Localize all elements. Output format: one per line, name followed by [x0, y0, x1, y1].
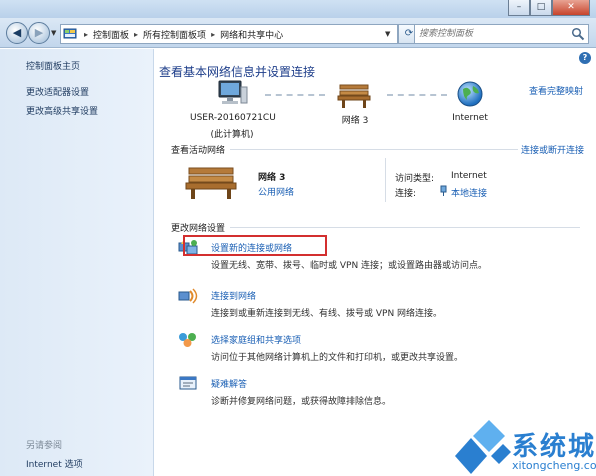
- page-title: 查看基本网络信息并设置连接: [159, 65, 316, 79]
- active-networks-header: 查看活动网络: [171, 146, 226, 156]
- internet-globe-icon[interactable]: [455, 79, 485, 109]
- breadcrumb-item[interactable]: 控制面板: [93, 28, 129, 41]
- computer-icon[interactable]: [215, 79, 249, 109]
- breadcrumb-separator-icon: ▸: [84, 29, 89, 39]
- search-box[interactable]: [414, 24, 589, 44]
- task-description: 设置无线、宽带、拨号、临时或 VPN 连接；或设置路由器或访问点。: [211, 261, 488, 271]
- network-type-link[interactable]: 公用网络: [258, 185, 294, 198]
- breadcrumb-current[interactable]: 网络和共享中心: [220, 28, 283, 41]
- section-divider: [230, 227, 580, 228]
- minimize-button[interactable]: –: [508, 0, 530, 16]
- breadcrumb-separator-icon[interactable]: ▸: [129, 30, 143, 39]
- breadcrumb-separator-icon[interactable]: ▸: [206, 30, 220, 39]
- access-type-value: Internet: [451, 171, 487, 181]
- homegroup-icon: [179, 333, 196, 347]
- connect-network-icon: [178, 288, 198, 304]
- address-bar[interactable]: ▸ 控制面板 ▸ 所有控制面板项 ▸ 网络和共享中心: [60, 24, 398, 44]
- connect-to-network-link[interactable]: 连接到网络: [211, 289, 256, 302]
- close-button[interactable]: ✕: [552, 0, 590, 16]
- highlight-annotation-box: [183, 235, 327, 256]
- forward-button[interactable]: ▶: [28, 22, 50, 44]
- troubleshoot-link[interactable]: 疑难解答: [211, 377, 247, 390]
- recent-pages-dropdown-icon[interactable]: ▼: [51, 29, 56, 37]
- task-description: 连接到或重新连接到无线、有线、拨号或 VPN 网络连接。: [211, 309, 443, 319]
- search-input[interactable]: [415, 25, 565, 43]
- address-dropdown-icon[interactable]: ▼: [385, 30, 390, 38]
- help-icon[interactable]: ?: [579, 52, 591, 64]
- bench-network-icon: [185, 167, 237, 199]
- control-panel-icon: [61, 25, 79, 43]
- task-description: 访问位于其他网络计算机上的文件和打印机，或更改共享设置。: [211, 353, 464, 363]
- watermark-url: xitongcheng.com: [512, 459, 596, 472]
- main-content: ? 查看基本网络信息并设置连接 查看完整映射 USER-20160721CU (…: [155, 49, 596, 476]
- view-full-map-link[interactable]: 查看完整映射: [529, 84, 583, 97]
- title-bar: – □ ✕: [0, 0, 596, 18]
- computer-name-label: USER-20160721CU: [190, 113, 276, 123]
- connections-label: 连接:: [395, 189, 417, 199]
- left-navigation-pane: 控制面板主页 更改适配器设置 更改高级共享设置 另请参阅 Internet 选项: [0, 49, 154, 476]
- ethernet-connection-icon: [440, 185, 447, 196]
- change-settings-header: 更改网络设置: [171, 224, 226, 234]
- section-divider: [230, 149, 518, 150]
- search-icon[interactable]: [571, 27, 585, 41]
- map-connection-line: [387, 94, 447, 96]
- this-computer-label: (此计算机): [210, 130, 254, 140]
- window-controls: – □ ✕: [508, 0, 590, 17]
- navigation-bar: ◀ ▶ ▼ ▸ 控制面板 ▸ 所有控制面板项 ▸ 网络和共享中心 ▼ ⟳: [0, 18, 596, 48]
- internet-map-label: Internet: [452, 113, 488, 123]
- vertical-divider: [385, 158, 386, 202]
- watermark-brand: 系统城: [512, 432, 596, 462]
- homegroup-sharing-link[interactable]: 选择家庭组和共享选项: [211, 333, 301, 346]
- troubleshoot-icon: [179, 376, 197, 390]
- access-type-label: 访问类型:: [395, 174, 435, 184]
- change-adapter-settings-link[interactable]: 更改适配器设置: [26, 85, 89, 98]
- back-button[interactable]: ◀: [6, 22, 28, 44]
- control-panel-home-link[interactable]: 控制面板主页: [26, 59, 80, 72]
- connect-disconnect-link[interactable]: 连接或断开连接: [521, 143, 584, 156]
- bench-network-icon[interactable]: [337, 81, 371, 109]
- active-network-name: 网络 3: [258, 173, 286, 183]
- change-advanced-sharing-link[interactable]: 更改高级共享设置: [26, 104, 98, 117]
- see-also-header: 另请参阅: [26, 441, 63, 451]
- map-connection-line: [265, 94, 325, 96]
- internet-options-link[interactable]: Internet 选项: [26, 457, 83, 470]
- task-description: 诊断并修复网络问题，或获得故障排除信息。: [211, 397, 392, 407]
- local-connection-link[interactable]: 本地连接: [451, 186, 487, 199]
- network-map-label: 网络 3: [341, 116, 369, 126]
- breadcrumb-item[interactable]: 所有控制面板项: [143, 28, 206, 41]
- maximize-button[interactable]: □: [530, 0, 552, 16]
